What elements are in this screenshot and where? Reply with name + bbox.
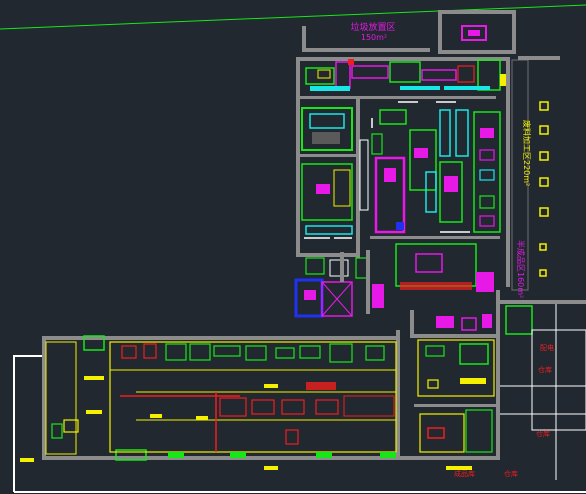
bottom-red-1-label: 成品库 — [454, 469, 475, 478]
lower-left-room — [20, 335, 147, 462]
cad-floor-plan: 垃圾放置区 150m² 废料加工区220m² 半成品区160m² 配电 仓库 仓… — [0, 0, 586, 494]
right-zone-upper-label: 废料加工区220m² — [522, 120, 532, 186]
red-room-2-label: 仓库 — [538, 365, 552, 374]
upper-equipment-row — [305, 59, 501, 91]
site-boundary-line — [0, 4, 586, 30]
red-room-3-label: 仓库 — [536, 429, 550, 438]
right-lower-rooms: 配电 仓库 仓库 — [496, 290, 586, 480]
waste-zone: 垃圾放置区 150m² — [302, 10, 516, 54]
right-zone-lower-label: 半成品区160m² — [516, 240, 526, 298]
lower-right-rooms: 成品库 仓库 — [417, 314, 518, 478]
waste-zone-title: 垃圾放置区 — [350, 21, 395, 33]
red-room-1-label: 配电 — [540, 343, 554, 352]
bottom-red-2-label: 仓库 — [504, 469, 518, 478]
right-yellow-zone: 废料加工区220m² 半成品区160m² — [511, 56, 560, 298]
left-upper-machines — [301, 107, 353, 235]
lower-production-area — [109, 341, 397, 470]
waste-zone-area: 150m² — [361, 33, 387, 42]
floor-plan-drawing: 垃圾放置区 150m² 废料加工区220m² 半成品区160m² 配电 仓库 仓… — [0, 4, 586, 493]
center-machines — [359, 109, 469, 234]
